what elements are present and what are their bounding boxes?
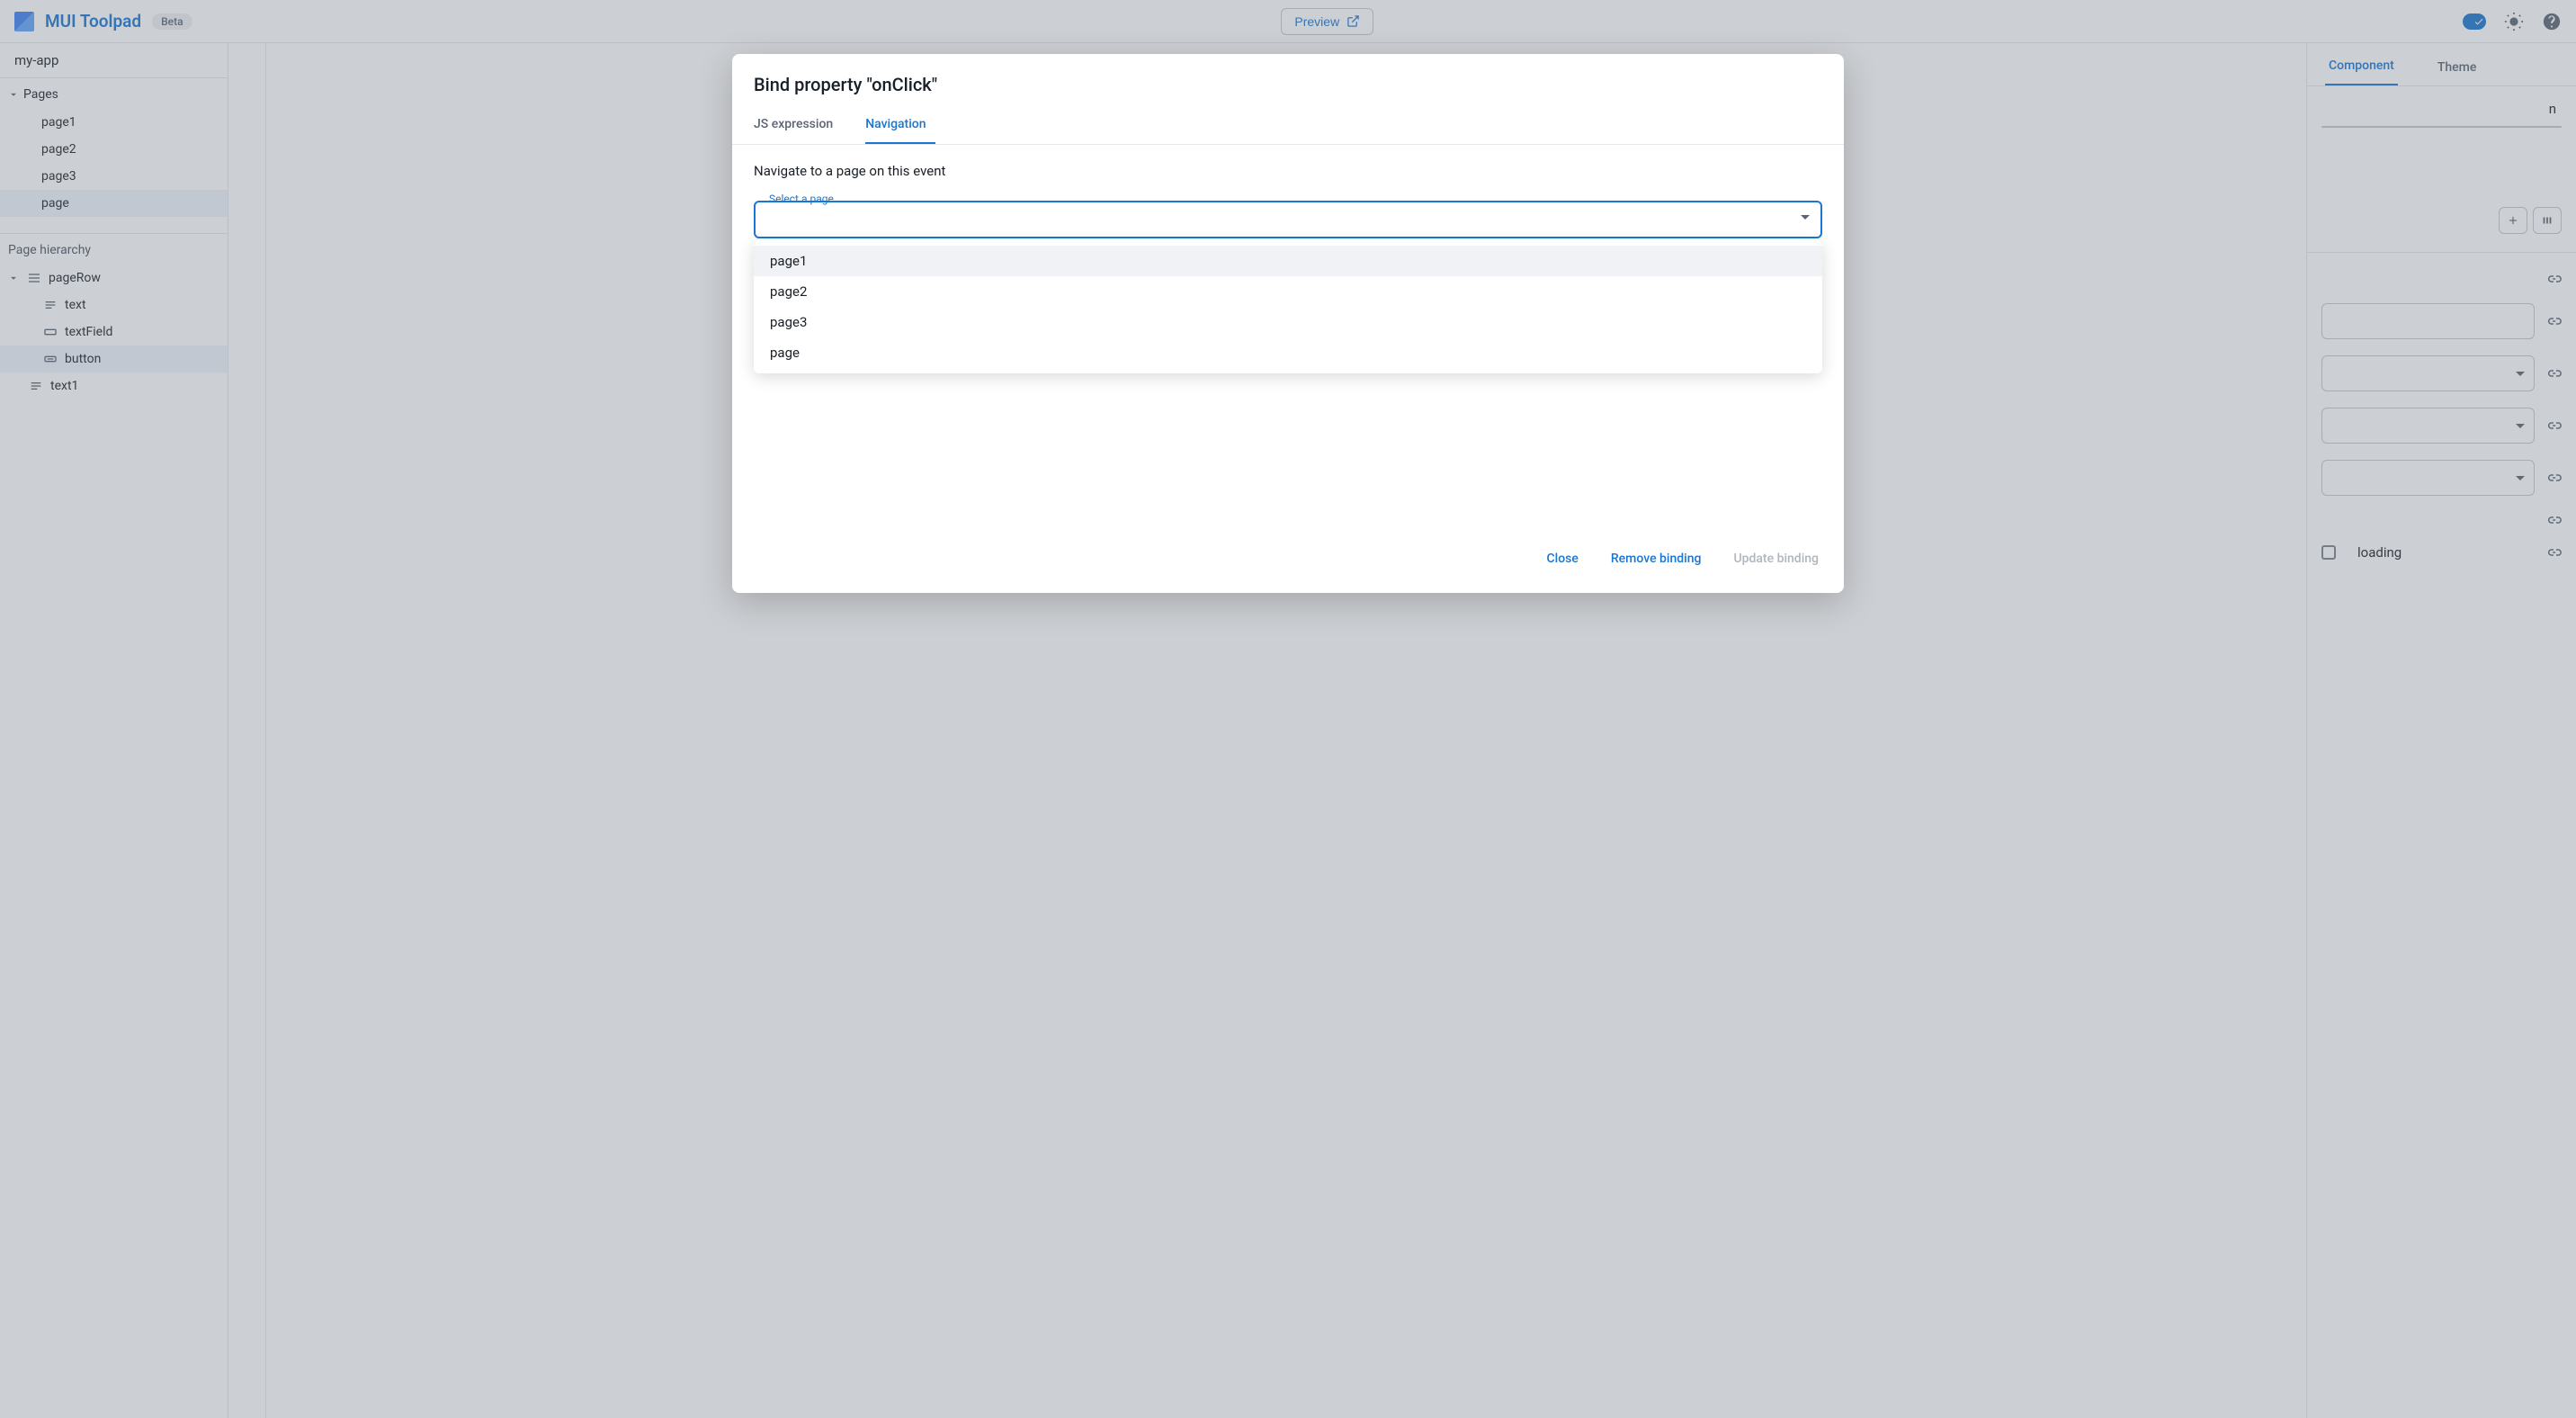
dialog-title: Bind property "onClick" bbox=[732, 54, 1844, 108]
dialog-tab-navigation[interactable]: Navigation bbox=[865, 108, 935, 144]
select-page-dropdown: page1 page2 page3 page bbox=[754, 240, 1822, 373]
dialog-tab-js[interactable]: JS expression bbox=[754, 108, 842, 144]
update-binding-button[interactable]: Update binding bbox=[1730, 544, 1822, 573]
dropdown-option-page1[interactable]: page1 bbox=[754, 246, 1822, 276]
remove-binding-button[interactable]: Remove binding bbox=[1607, 544, 1705, 573]
bind-property-dialog: Bind property "onClick" JS expression Na… bbox=[732, 54, 1844, 593]
dropdown-option-page[interactable]: page bbox=[754, 337, 1822, 368]
select-page-input[interactable] bbox=[754, 201, 1822, 238]
dropdown-option-page2[interactable]: page2 bbox=[754, 276, 1822, 307]
dialog-description: Navigate to a page on this event bbox=[754, 163, 1822, 179]
close-button[interactable]: Close bbox=[1543, 544, 1582, 573]
chevron-down-icon bbox=[1801, 215, 1810, 224]
modal-overlay[interactable]: Bind property "onClick" JS expression Na… bbox=[0, 0, 2576, 1418]
dropdown-option-page3[interactable]: page3 bbox=[754, 307, 1822, 337]
